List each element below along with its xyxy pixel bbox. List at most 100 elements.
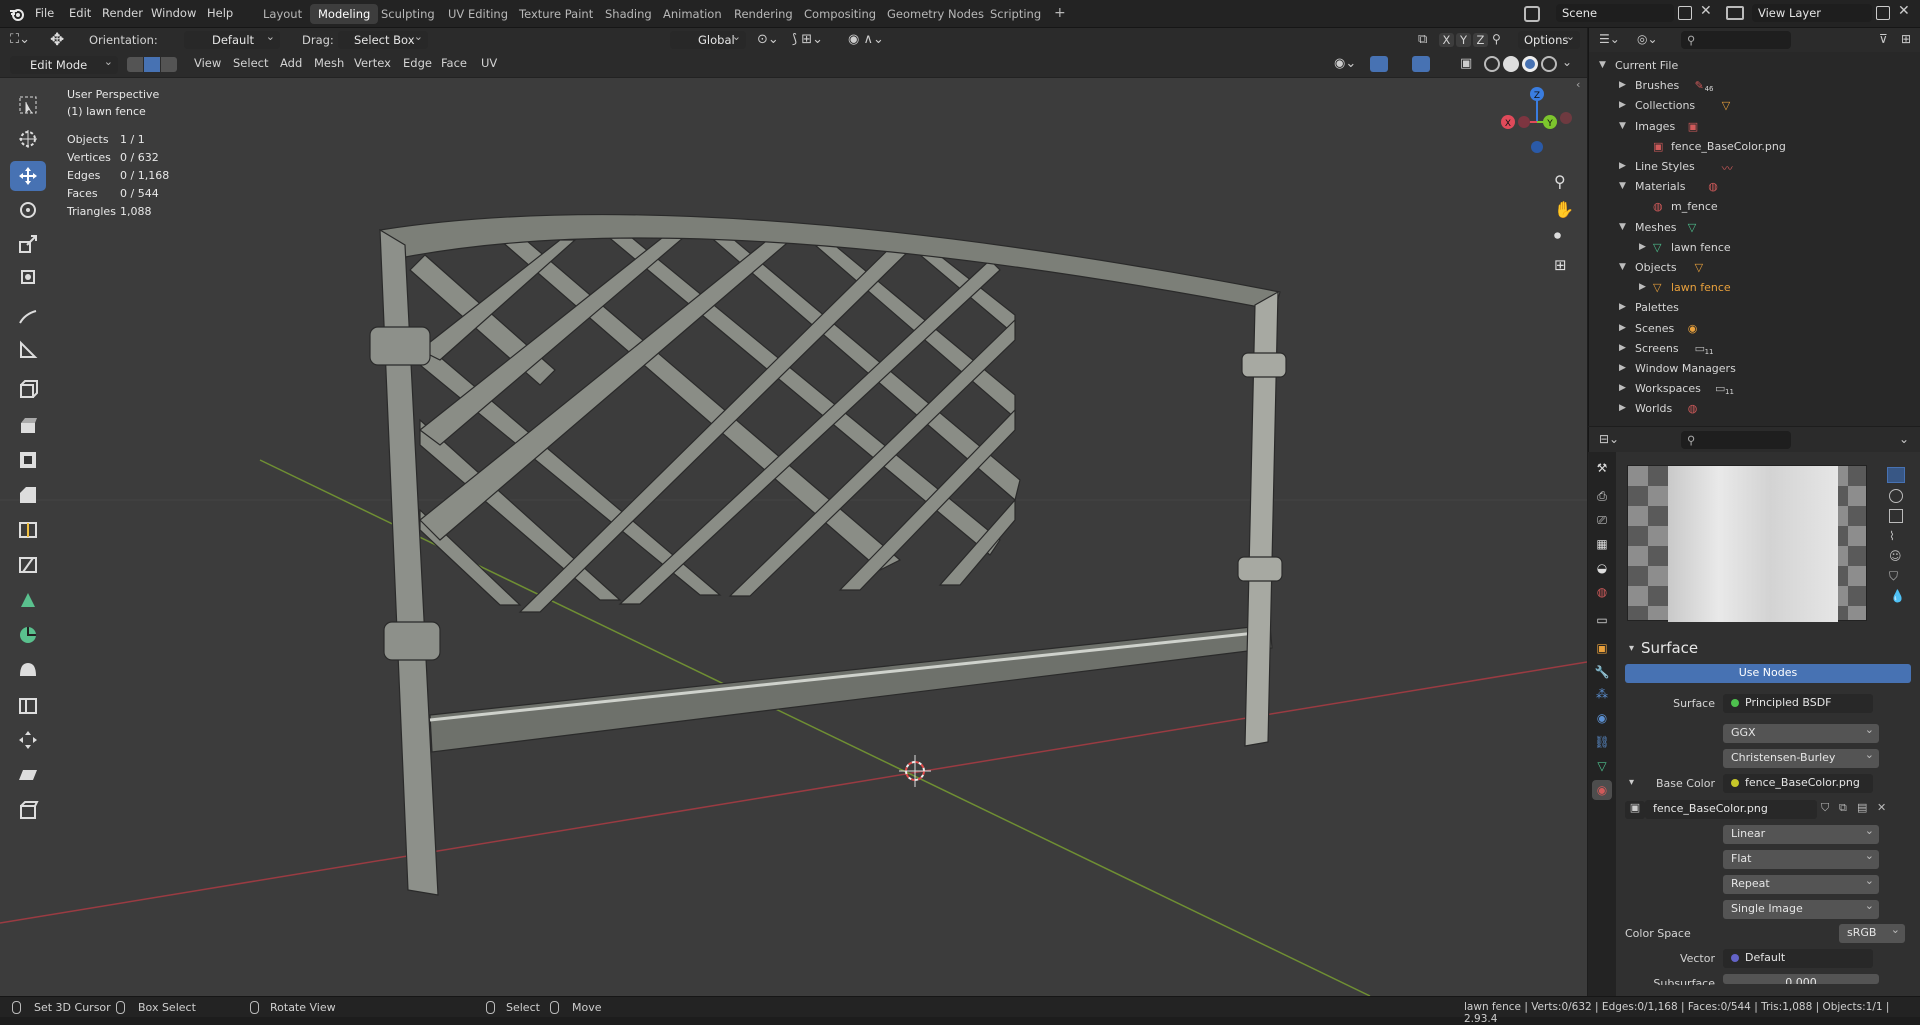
zoom-icon[interactable]: ⚲ bbox=[1554, 172, 1566, 191]
view-layer-field[interactable]: View Layer bbox=[1752, 4, 1872, 22]
expand-icon[interactable]: ▶ bbox=[1639, 242, 1646, 252]
face-select-icon[interactable] bbox=[161, 57, 177, 72]
view-layer-icon[interactable] bbox=[1726, 6, 1744, 20]
outliner-row-collections[interactable]: ▶ Collections ▽ bbox=[1589, 96, 1920, 116]
menu-mesh[interactable]: Mesh bbox=[314, 56, 344, 70]
rendered-shading-icon[interactable] bbox=[1541, 56, 1557, 72]
image-browse-icon[interactable]: ▣ bbox=[1625, 801, 1645, 819]
3d-viewport[interactable]: User Perspective (1) lawn fence Objects … bbox=[0, 78, 1587, 996]
distribution-dropdown[interactable]: GGX bbox=[1723, 723, 1879, 743]
tab-compositing[interactable]: Compositing bbox=[796, 4, 884, 24]
tab-scene-icon[interactable]: ◒ bbox=[1592, 558, 1612, 578]
pivot-icon[interactable]: ⊙⌄ bbox=[757, 32, 779, 47]
preview-fluid-icon[interactable]: 💧 bbox=[1890, 589, 1905, 603]
xray-toggle-icon[interactable]: ▣ bbox=[1460, 56, 1472, 71]
tab-layout[interactable]: Layout bbox=[255, 4, 310, 24]
scene-field[interactable]: Scene bbox=[1556, 4, 1674, 22]
outliner-editor-icon[interactable]: ☰⌄ bbox=[1599, 32, 1620, 46]
outliner-row-meshes[interactable]: ▼ Meshes ▽ bbox=[1589, 218, 1920, 238]
open-image-icon[interactable]: ▤ bbox=[1857, 801, 1867, 814]
vector-field[interactable]: Default bbox=[1723, 949, 1873, 968]
outliner-row-images[interactable]: ▼ Images ▣ bbox=[1589, 117, 1920, 137]
new-image-icon[interactable]: ⧉ bbox=[1839, 801, 1847, 815]
outliner-row-workspaces[interactable]: ▶ Workspaces ▭ 11 bbox=[1589, 379, 1920, 399]
measure-tool-icon[interactable] bbox=[10, 335, 46, 365]
move-tool-icon[interactable] bbox=[10, 161, 46, 191]
surface-panel-header[interactable] bbox=[1619, 515, 1920, 539]
menu-edge[interactable]: Edge bbox=[403, 56, 432, 70]
orientation-dropdown[interactable]: Default bbox=[184, 30, 280, 49]
tab-physics-icon[interactable]: ◉ bbox=[1592, 708, 1612, 728]
rotate-tool-icon[interactable] bbox=[10, 195, 46, 225]
scale-tool-icon[interactable] bbox=[10, 229, 46, 259]
properties-editor-icon[interactable]: ⊟⌄ bbox=[1599, 432, 1619, 446]
tab-constraints-icon[interactable]: ⛓ bbox=[1592, 732, 1612, 752]
shading-options-icon[interactable]: ⌄ bbox=[1562, 55, 1572, 69]
image-name-field[interactable]: fence_BaseColor.png bbox=[1645, 800, 1817, 819]
overlay-toggle-icon[interactable] bbox=[1412, 56, 1430, 72]
expand-icon[interactable]: ▶ bbox=[1619, 363, 1626, 373]
collapse-chevron-icon[interactable]: ▾ bbox=[1629, 643, 1634, 654]
solid-shading-icon[interactable] bbox=[1503, 56, 1519, 72]
annotate-tool-icon[interactable] bbox=[10, 302, 46, 332]
gizmo-toggle-icon[interactable] bbox=[1370, 56, 1388, 72]
menu-window[interactable]: Window bbox=[151, 6, 196, 20]
sidebar-toggle-icon[interactable]: ‹ bbox=[1576, 78, 1580, 91]
outliner-row-fence-basecolor-png[interactable]: ▣ fence_BaseColor.png bbox=[1589, 137, 1920, 157]
tab-animation[interactable]: Animation bbox=[655, 4, 730, 24]
rip-region-tool-icon[interactable] bbox=[10, 795, 46, 825]
menu-vertex[interactable]: Vertex bbox=[354, 56, 391, 70]
navigation-gizmo[interactable]: Z Y X bbox=[1498, 82, 1576, 164]
loop-cut-tool-icon[interactable] bbox=[10, 515, 46, 545]
menu-add[interactable]: Add bbox=[280, 56, 302, 70]
tab-object-icon[interactable]: ▣ bbox=[1592, 638, 1612, 658]
use-nodes-button[interactable]: Use Nodes bbox=[1625, 664, 1911, 683]
cursor-tool-icon[interactable] bbox=[10, 124, 46, 154]
expand-icon[interactable]: ▶ bbox=[1619, 323, 1626, 333]
tab-sculpting[interactable]: Sculpting bbox=[373, 4, 443, 24]
expand-icon[interactable]: ▶ bbox=[1619, 403, 1626, 413]
smooth-tool-icon[interactable] bbox=[10, 655, 46, 685]
tab-modeling[interactable]: Modeling bbox=[310, 4, 379, 24]
outliner-row-screens[interactable]: ▶ Screens ▭ 11 bbox=[1589, 339, 1920, 359]
unlink-image-icon[interactable]: ✕ bbox=[1877, 801, 1886, 814]
wireframe-shading-icon[interactable] bbox=[1484, 56, 1500, 72]
fake-user-icon[interactable]: ⛉ bbox=[1821, 801, 1829, 815]
new-collection-icon[interactable]: ⊞ bbox=[1901, 32, 1911, 46]
pan-hand-icon[interactable]: ✋ bbox=[1554, 200, 1574, 219]
tab-particles-icon[interactable]: ⁂ bbox=[1592, 684, 1612, 704]
outliner-search-field[interactable]: ⚲ bbox=[1681, 31, 1791, 49]
preview-sphere-icon[interactable] bbox=[1889, 489, 1903, 503]
menu-help[interactable]: Help bbox=[207, 6, 233, 20]
expand-icon[interactable]: ▶ bbox=[1619, 383, 1626, 393]
material-shading-icon[interactable] bbox=[1522, 56, 1538, 72]
preview-cloth-icon[interactable]: ⛉ bbox=[1889, 569, 1898, 584]
new-view-layer-icon[interactable] bbox=[1876, 6, 1890, 20]
outliner-row-window-managers[interactable]: ▶ Window Managers bbox=[1589, 359, 1920, 379]
extension-dropdown[interactable]: Repeat bbox=[1723, 874, 1879, 894]
edge-slide-tool-icon[interactable] bbox=[10, 690, 46, 720]
tab-modifiers-icon[interactable]: 🔧 bbox=[1592, 662, 1612, 682]
filter-icon[interactable]: ⊽ bbox=[1879, 32, 1888, 46]
collapse-icon[interactable]: ▼ bbox=[1619, 181, 1626, 191]
poly-build-tool-icon[interactable] bbox=[10, 585, 46, 615]
transform-tool-icon[interactable] bbox=[10, 262, 46, 292]
expand-icon[interactable]: ▶ bbox=[1619, 80, 1626, 90]
tab-world-icon[interactable]: ◍ bbox=[1592, 582, 1612, 602]
tab-shading[interactable]: Shading bbox=[597, 4, 660, 24]
source-dropdown[interactable]: Single Image bbox=[1723, 899, 1879, 919]
editor-type-icon[interactable]: ⛶⌄ bbox=[10, 32, 30, 47]
expand-icon[interactable]: ▶ bbox=[1639, 282, 1646, 292]
expand-icon[interactable]: ▶ bbox=[1619, 302, 1626, 312]
tab-output-icon[interactable]: ⎚ bbox=[1592, 510, 1612, 530]
add-cube-tool-icon[interactable] bbox=[10, 374, 46, 404]
tab-material-icon[interactable]: ◉ bbox=[1592, 780, 1612, 800]
tab-render-icon[interactable]: ⎙ bbox=[1592, 486, 1612, 506]
transform-orientation-dropdown[interactable]: Global bbox=[670, 30, 746, 49]
menu-select[interactable]: Select bbox=[233, 56, 268, 70]
vertex-select-icon[interactable] bbox=[127, 57, 143, 72]
outliner-row-scenes[interactable]: ▶ Scenes ◉ bbox=[1589, 319, 1920, 339]
mirror-z-toggle[interactable]: Z bbox=[1473, 33, 1488, 47]
collapse-icon[interactable]: ▼ bbox=[1619, 121, 1626, 131]
expand-icon[interactable]: ▶ bbox=[1619, 343, 1626, 353]
